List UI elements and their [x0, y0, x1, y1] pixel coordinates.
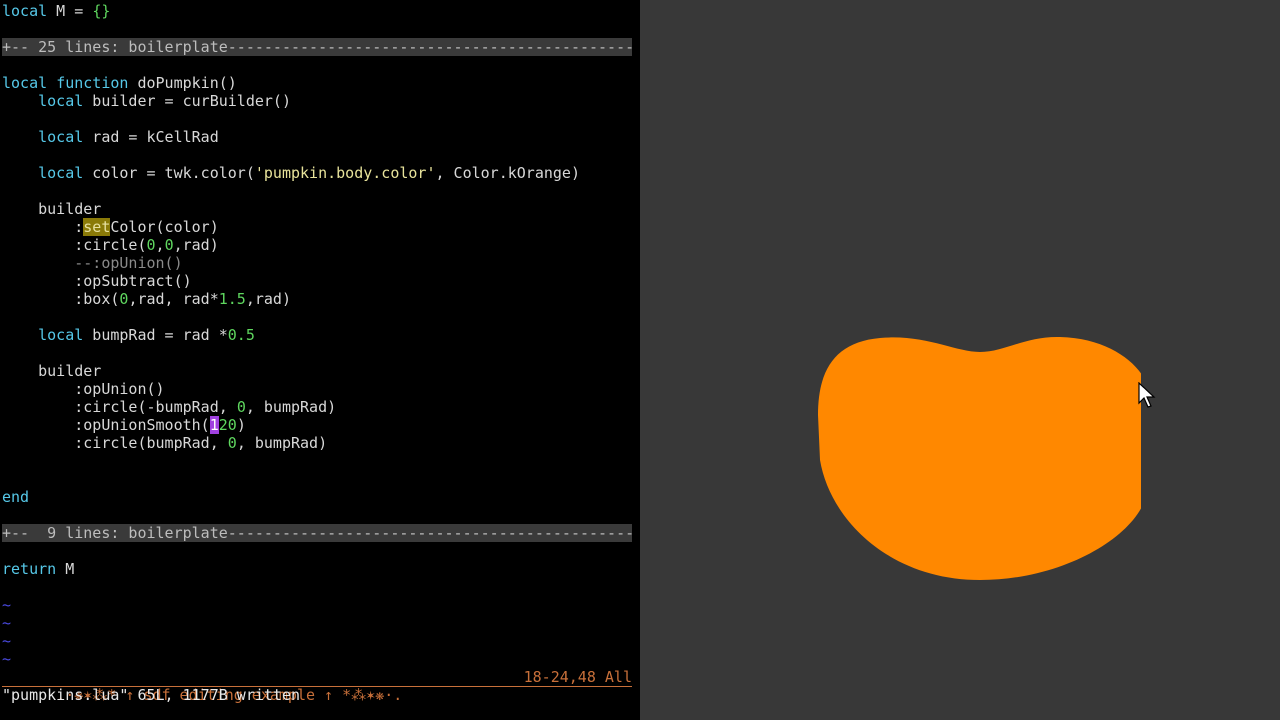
code-line: local rad = kCellRad	[2, 128, 219, 146]
code-editor[interactable]: local M = {} local function doPumpkin() l…	[0, 0, 640, 720]
text-cursor: 1	[209, 416, 219, 434]
code-token: local	[38, 92, 84, 110]
code-token: builder = curBuilder()	[83, 92, 291, 110]
code-token: color = twk.color(	[83, 164, 255, 182]
code-token: ~	[2, 596, 12, 614]
code-token: --:opUnion()	[2, 254, 183, 272]
code-token: local	[38, 164, 84, 182]
cursor-position: 18-24,48 All	[523, 668, 632, 686]
code-line: :circle(0,0,rad)	[2, 236, 219, 254]
code-line: local builder = curBuilder()	[2, 92, 291, 110]
code-line: :circle(-bumpRad, 0, bumpRad)	[2, 398, 336, 416]
code-token: 0	[227, 434, 237, 452]
empty-buffer-line: ~	[2, 650, 11, 668]
empty-buffer-line: ~	[2, 614, 11, 632]
code-token: ~	[2, 650, 12, 668]
code-token: ~	[2, 614, 12, 632]
code-token: local	[2, 2, 48, 20]
code-token: M =	[47, 2, 93, 20]
status-line: .·❋✶⁂* ↑ sdf editing example ↑ *⁂✶❋·. 18…	[2, 668, 632, 704]
pumpkin-body	[818, 336, 1141, 580]
code-token: 'pumpkin.body.color'	[254, 164, 436, 182]
code-token: :circle(	[2, 236, 147, 254]
code-token: return	[2, 560, 57, 578]
code-token: bumpRad = rad *	[83, 326, 228, 344]
code-token: 0	[146, 236, 156, 254]
code-token: , Color.kOrange)	[435, 164, 581, 182]
code-token: doPumpkin()	[128, 74, 237, 92]
code-token: 0	[164, 236, 174, 254]
code-token: , bumpRad)	[236, 434, 328, 452]
code-token: :circle(bumpRad,	[2, 434, 228, 452]
code-token: ,rad)	[245, 290, 291, 308]
code-token: :box(	[2, 290, 120, 308]
empty-buffer-line: ~	[2, 596, 11, 614]
code-line: builder	[2, 362, 101, 380]
code-token: :opUnionSmooth(	[2, 416, 210, 434]
code-token: 0.5	[227, 326, 255, 344]
code-token: function	[56, 74, 129, 92]
code-token: :opUnion()	[2, 380, 165, 398]
code-line: local bumpRad = rad *0.5	[2, 326, 255, 344]
code-line: builder	[2, 200, 101, 218]
search-highlight: set	[83, 218, 111, 236]
code-token: :circle(-bumpRad,	[2, 398, 237, 416]
code-line: local M = {}	[2, 2, 110, 20]
code-line: :circle(bumpRad, 0, bumpRad)	[2, 434, 327, 452]
code-token: ,rad, rad*	[128, 290, 219, 308]
folded-region[interactable]: +-- 9 lines: boilerplate----------------…	[2, 524, 632, 542]
empty-buffer-line: ~	[2, 632, 11, 650]
code-token: 0	[236, 398, 246, 416]
code-token: builder	[2, 362, 102, 380]
code-token: ,	[155, 236, 165, 254]
code-line: :setColor(color)	[2, 218, 219, 236]
screen: local M = {} local function doPumpkin() l…	[0, 0, 1280, 720]
command-line[interactable]: "pumpkins.lua" 65L, 1177B written	[2, 686, 300, 704]
code-token: 20	[218, 416, 237, 434]
code-line: return M	[2, 560, 74, 578]
code-token: :	[2, 218, 84, 236]
pumpkin-shape-canvas	[818, 336, 1141, 580]
code-token: ~	[2, 632, 12, 650]
code-line: end	[2, 488, 29, 506]
code-token: 1.5	[218, 290, 246, 308]
code-line: --:opUnion()	[2, 254, 183, 272]
code-token: ,rad)	[173, 236, 219, 254]
code-token: rad = kCellRad	[83, 128, 219, 146]
code-token: {}	[92, 2, 111, 20]
code-line: :opUnion()	[2, 380, 165, 398]
code-line: local function doPumpkin()	[2, 74, 237, 92]
code-token: M	[56, 560, 75, 578]
code-token: Color(color)	[110, 218, 219, 236]
code-line: :opUnionSmooth(120)	[2, 416, 246, 434]
code-token: :opSubtract()	[2, 272, 192, 290]
code-token: , bumpRad)	[245, 398, 337, 416]
mouse-pointer-icon	[1138, 382, 1156, 408]
code-token: local	[38, 128, 84, 146]
code-token: builder	[2, 200, 102, 218]
code-token: local	[38, 326, 84, 344]
code-line: local color = twk.color('pumpkin.body.co…	[2, 164, 580, 182]
folded-region[interactable]: +-- 25 lines: boilerplate---------------…	[2, 38, 632, 56]
code-line: :opSubtract()	[2, 272, 192, 290]
code-token: end	[2, 488, 30, 506]
code-token: )	[236, 416, 246, 434]
code-token: local	[2, 74, 48, 92]
code-line: :box(0,rad, rad*1.5,rad)	[2, 290, 291, 308]
sdf-preview-viewport[interactable]	[640, 0, 1280, 720]
